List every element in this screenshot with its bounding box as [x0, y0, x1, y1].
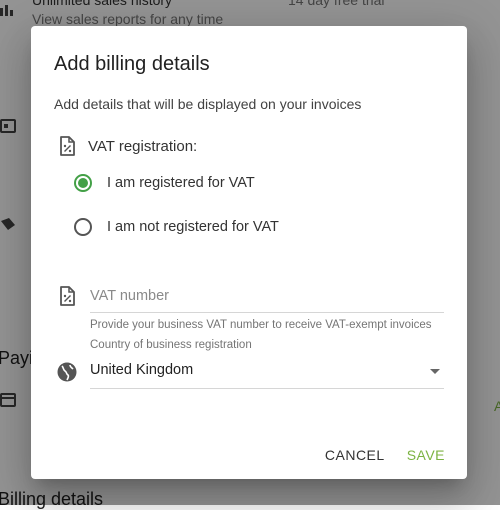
radio-button-unchecked[interactable] [74, 218, 92, 236]
percent-document-icon [56, 135, 78, 157]
radio-label-registered: I am registered for VAT [107, 175, 255, 191]
caret-down-icon[interactable] [430, 369, 440, 374]
country-select[interactable]: United Kingdom [90, 362, 444, 389]
vat-number-field [90, 287, 444, 313]
globe-icon [56, 361, 78, 383]
percent-document-icon [56, 285, 78, 307]
vat-registration-label: VAT registration: [88, 138, 198, 155]
billing-dialog: Add billing details Add details that wil… [31, 26, 467, 479]
vat-number-hint: Provide your business VAT number to rece… [90, 319, 432, 331]
cancel-button[interactable]: CANCEL [325, 447, 385, 463]
dialog-subtitle: Add details that will be displayed on yo… [54, 96, 362, 112]
dialog-title: Add billing details [54, 53, 210, 75]
radio-label-not-registered: I am not registered for VAT [107, 219, 279, 235]
country-label: Country of business registration [90, 339, 252, 351]
save-button[interactable]: SAVE [407, 447, 445, 463]
dialog-actions: CANCEL SAVE [325, 447, 445, 463]
radio-button-checked[interactable] [74, 174, 92, 192]
vat-number-input[interactable] [90, 288, 444, 313]
radio-not-registered-vat[interactable]: I am not registered for VAT [74, 218, 279, 236]
country-select-value: United Kingdom [90, 362, 194, 378]
radio-registered-vat[interactable]: I am registered for VAT [74, 174, 255, 192]
